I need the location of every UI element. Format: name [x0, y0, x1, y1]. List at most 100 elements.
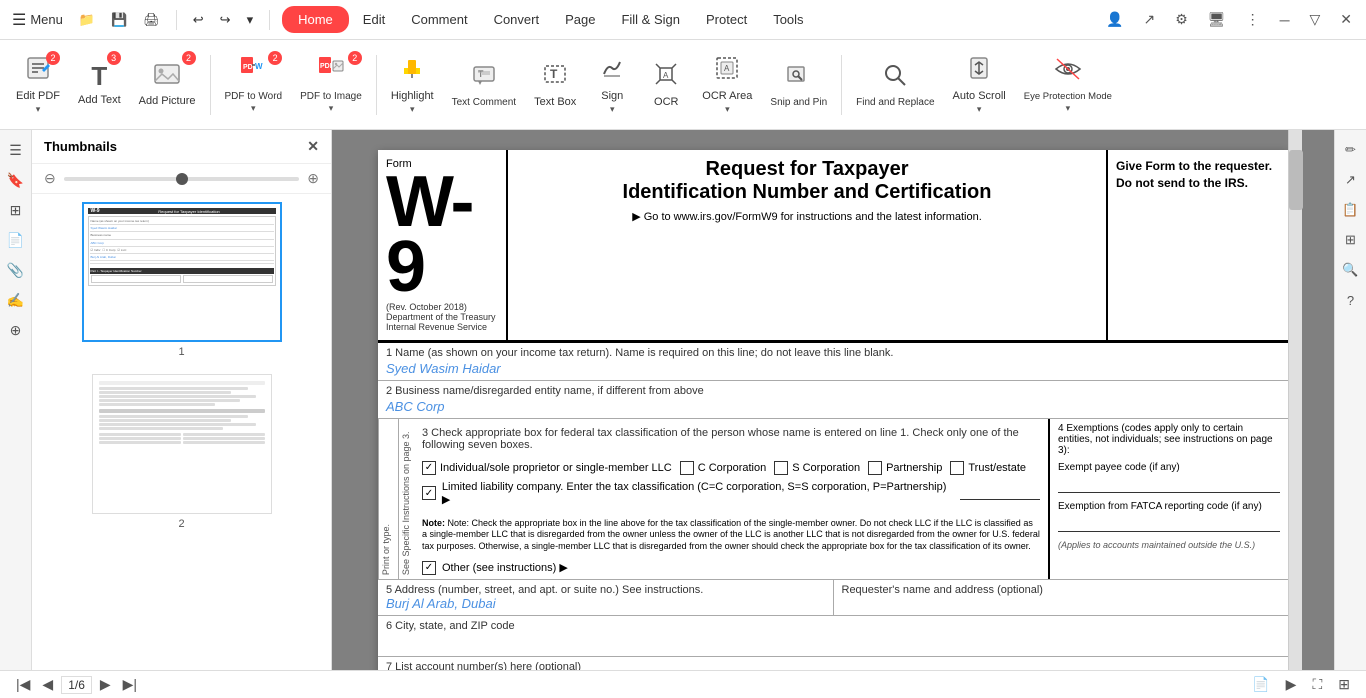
- highlight-icon: [398, 54, 426, 88]
- left-tool-1[interactable]: ☰: [4, 138, 28, 162]
- right-tool-help[interactable]: ?: [1339, 288, 1363, 312]
- left-tool-bookmark[interactable]: 🔖: [4, 168, 28, 192]
- minimize-button[interactable]: ─: [1274, 10, 1296, 30]
- cb-llc-box[interactable]: ✓: [422, 486, 436, 500]
- w9-body: 1 Name (as shown on your income tax retu…: [378, 343, 1288, 698]
- left-tool-thumbnail[interactable]: ⊞: [4, 198, 28, 222]
- open-file-button[interactable]: 📁: [75, 10, 99, 30]
- share-icon[interactable]: ↗: [1137, 9, 1161, 30]
- divider: [176, 10, 177, 30]
- cb-ccorp[interactable]: C Corporation: [680, 461, 766, 475]
- tab-fill-sign[interactable]: Fill & Sign: [609, 6, 692, 33]
- w9-sec3-content: 3 Check appropriate box for federal tax …: [414, 419, 1048, 579]
- highlight-label: Highlight: [391, 90, 434, 103]
- edit-pdf-arrow: ▾: [36, 104, 41, 115]
- pdf-to-word-label: PDF to Word: [225, 91, 283, 103]
- tab-tools[interactable]: Tools: [761, 6, 815, 33]
- ocr-area-label: OCR Area: [702, 90, 752, 103]
- next-page-button[interactable]: ▶: [96, 674, 115, 695]
- thumb-page-2: [92, 374, 272, 514]
- add-picture-icon: [153, 61, 181, 93]
- w9-field1: 1 Name (as shown on your income tax retu…: [378, 343, 1288, 381]
- save-button[interactable]: 💾: [107, 10, 131, 30]
- find-replace-button[interactable]: Find and Replace: [848, 45, 942, 125]
- print-button[interactable]: 🖨: [139, 10, 164, 30]
- pdf-to-word-button[interactable]: 2 PDF W PDF to Word ▾: [217, 45, 291, 125]
- settings-icon[interactable]: ⚙: [1169, 9, 1194, 30]
- edit-pdf-button[interactable]: 2 Edit PDF ▾: [8, 45, 68, 125]
- auto-scroll-button[interactable]: Auto Scroll ▾: [945, 45, 1014, 125]
- w9-address-row: 5 Address (number, street, and apt. or s…: [378, 580, 1288, 616]
- maximize-button[interactable]: ▽: [1303, 9, 1326, 30]
- cb-individual[interactable]: ✓ Individual/sole proprietor or single-m…: [422, 461, 672, 475]
- add-text-button[interactable]: 3 T Add Text: [70, 45, 129, 125]
- pdf-to-image-button[interactable]: 2 PDF PDF to Image ▾: [292, 45, 370, 125]
- pdf-viewer[interactable]: Form W-9 (Rev. October 2018) Department …: [332, 130, 1334, 698]
- cb-partnership[interactable]: Partnership: [868, 461, 942, 475]
- tab-home[interactable]: Home: [282, 6, 349, 33]
- left-tool-clip[interactable]: 📎: [4, 258, 28, 282]
- tab-convert[interactable]: Convert: [482, 6, 552, 33]
- vertical-scrollbar[interactable]: [1288, 130, 1302, 698]
- text-box-button[interactable]: T Text Box: [526, 45, 584, 125]
- sign-button[interactable]: Sign ▾: [586, 45, 638, 125]
- sign-icon: [598, 54, 626, 88]
- right-tool-edit[interactable]: ✏: [1339, 138, 1363, 162]
- page-number-input[interactable]: 1/6: [61, 676, 92, 694]
- w9-exempt-fatca-field[interactable]: [1058, 516, 1280, 532]
- undo-button[interactable]: ↩: [189, 10, 208, 30]
- user-icon[interactable]: 👤: [1100, 9, 1129, 30]
- single-page-view-button[interactable]: 📄: [1248, 674, 1273, 695]
- find-replace-icon: [881, 61, 909, 95]
- cb-other-box[interactable]: ✓: [422, 561, 436, 575]
- w9-note-box: Note: Note: Check the appropriate box in…: [422, 510, 1040, 557]
- close-button[interactable]: ✕: [1334, 9, 1358, 30]
- snip-pin-label: Snip and Pin: [770, 97, 827, 109]
- tab-comment[interactable]: Comment: [399, 6, 479, 33]
- cb-trust[interactable]: Trust/estate: [950, 461, 1026, 475]
- thumbnails-close-icon[interactable]: ✕: [307, 138, 319, 155]
- cb-scorp[interactable]: S Corporation: [774, 461, 860, 475]
- w9-exempt-payee-field[interactable]: [1058, 477, 1280, 493]
- zoom-out-icon[interactable]: ⊖: [44, 170, 56, 187]
- prev-page-button[interactable]: ◀: [38, 674, 57, 695]
- monitor-icon[interactable]: 🖥: [1202, 9, 1232, 30]
- play-button[interactable]: ▶: [1282, 674, 1301, 695]
- bottom-bar: |◀ ◀ 1/6 ▶ ▶| 📄 ▶ ⛶ ⊞: [0, 670, 1366, 698]
- ocr-area-icon: A: [713, 54, 741, 88]
- tab-edit[interactable]: Edit: [351, 6, 397, 33]
- thumbnail-2[interactable]: 2: [92, 374, 272, 530]
- zoom-in-icon[interactable]: ⊕: [307, 170, 319, 187]
- right-tool-search[interactable]: 🔍: [1339, 258, 1363, 282]
- right-tool-share[interactable]: ↗: [1339, 168, 1363, 192]
- fullscreen-button[interactable]: ⛶: [1308, 674, 1326, 695]
- history-button[interactable]: ▾: [243, 10, 258, 30]
- pdf-to-word-icon: PDF W: [239, 55, 267, 89]
- add-picture-button[interactable]: 2 Add Picture: [131, 45, 204, 125]
- text-comment-button[interactable]: T Text Comment: [444, 45, 524, 125]
- highlight-button[interactable]: Highlight ▾: [383, 45, 442, 125]
- left-tool-page[interactable]: 📄: [4, 228, 28, 252]
- grid-view-button[interactable]: ⊞: [1334, 674, 1354, 695]
- ocr-button[interactable]: A OCR: [640, 45, 692, 125]
- thumb-content-1: W-9 Request for Taxpayer Identification …: [84, 204, 280, 340]
- tab-page[interactable]: Page: [553, 6, 607, 33]
- pdf-to-image-icon: PDF: [317, 55, 345, 89]
- first-page-button[interactable]: |◀: [12, 674, 34, 695]
- menu-button[interactable]: ☰ Menu: [8, 8, 67, 32]
- llc-classification-field[interactable]: [960, 486, 1040, 500]
- menu-bar-right: 👤 ↗ ⚙ 🖥 ⋮ ─ ▽ ✕: [1100, 9, 1358, 30]
- last-page-button[interactable]: ▶|: [119, 674, 141, 695]
- zoom-slider[interactable]: [64, 177, 300, 181]
- eye-protection-button[interactable]: Eye Protection Mode ▾: [1016, 45, 1120, 125]
- left-tool-stamp[interactable]: ⊕: [4, 318, 28, 342]
- thumbnail-1[interactable]: W-9 Request for Taxpayer Identification …: [82, 202, 282, 358]
- snip-pin-button[interactable]: Snip and Pin: [762, 45, 835, 125]
- right-tool-columns[interactable]: ⊞: [1339, 228, 1363, 252]
- tab-protect[interactable]: Protect: [694, 6, 759, 33]
- right-tool-doc[interactable]: 📋: [1339, 198, 1363, 222]
- ocr-area-button[interactable]: A OCR Area ▾: [694, 45, 760, 125]
- redo-button[interactable]: ↪: [216, 10, 235, 30]
- more-icon[interactable]: ⋮: [1240, 9, 1266, 30]
- left-tool-signature[interactable]: ✍: [4, 288, 28, 312]
